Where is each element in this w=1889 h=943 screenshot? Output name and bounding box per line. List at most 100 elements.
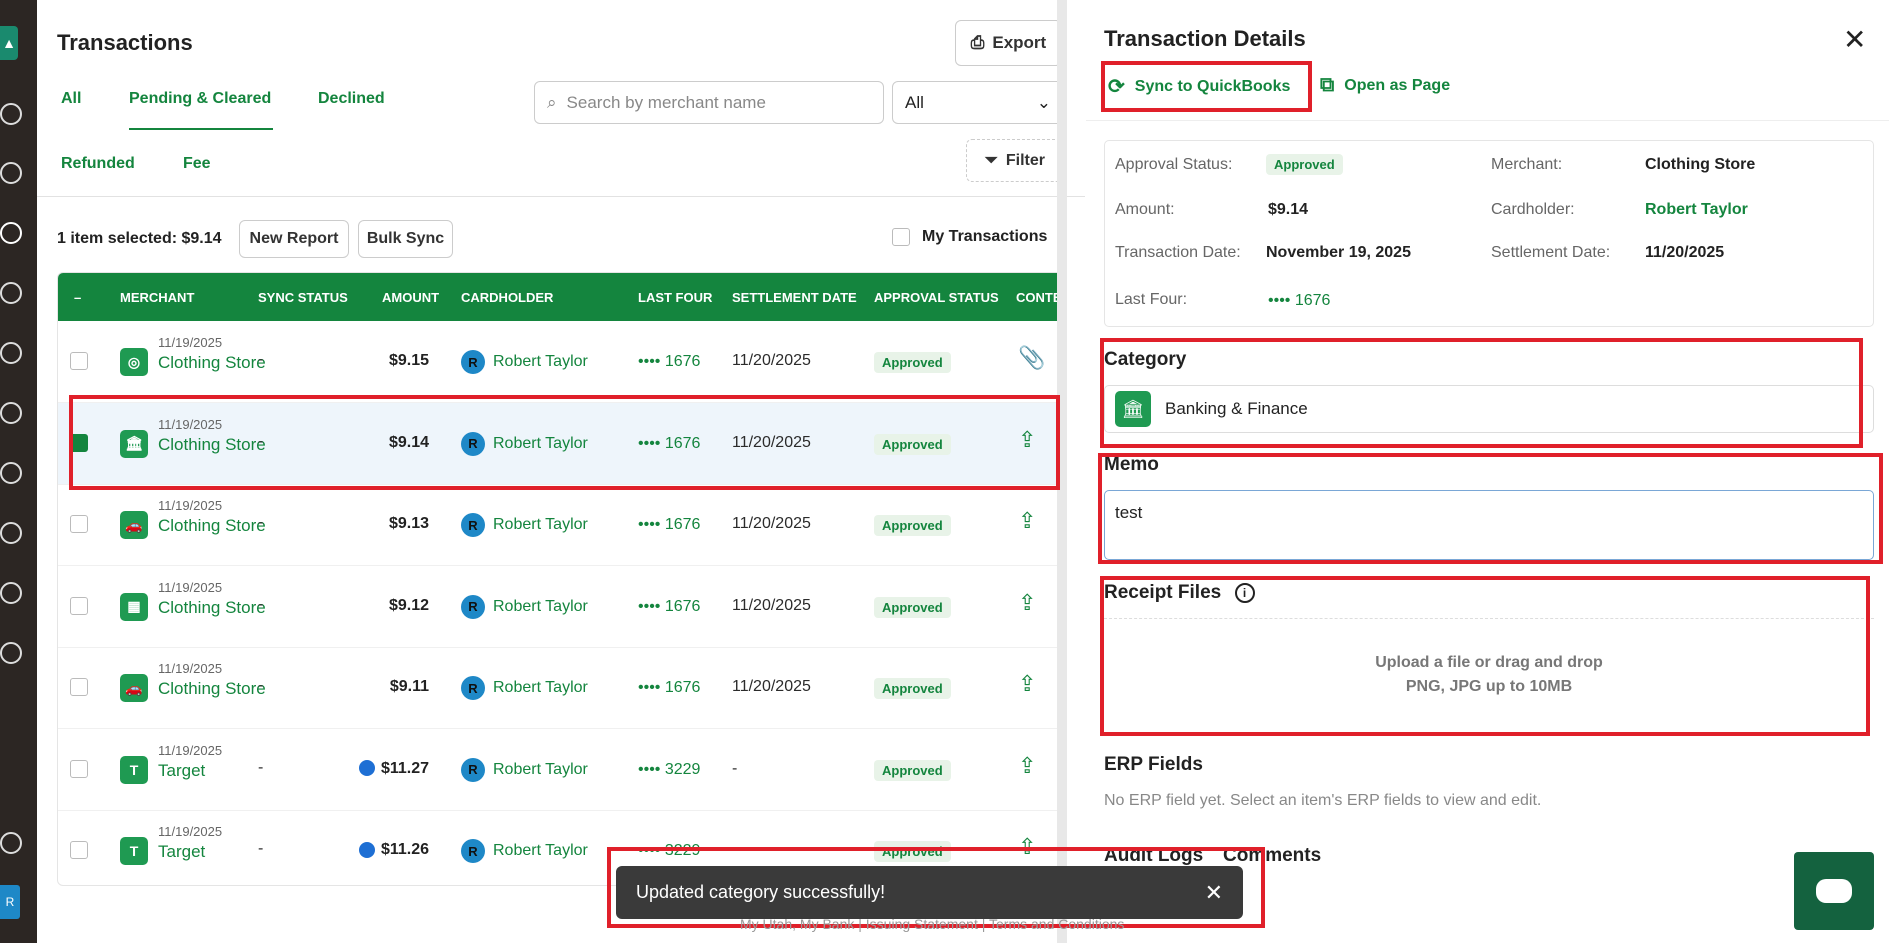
col-last-four[interactable]: LAST FOUR [638, 290, 712, 305]
cardholder-link[interactable]: R Robert Taylor [461, 676, 588, 700]
merchant-link[interactable]: Clothing Store [158, 435, 266, 455]
row-checkbox[interactable] [70, 841, 88, 864]
dollar-icon[interactable] [0, 282, 22, 304]
table-row[interactable]: ◎ 11/19/2025 Clothing Store - $9.15 R Rob… [58, 321, 1063, 403]
transactions-icon[interactable] [0, 222, 22, 244]
tab-all[interactable]: All [61, 90, 81, 108]
external-link-icon: ⧉ [1320, 74, 1335, 96]
home-icon[interactable] [0, 103, 22, 125]
row-checkbox[interactable] [70, 759, 88, 783]
users-icon[interactable] [0, 402, 22, 424]
help-icon[interactable] [0, 832, 22, 854]
scrollbar[interactable] [1057, 0, 1067, 943]
upload-icon[interactable]: ⇪ [1018, 753, 1036, 779]
tab-refunded[interactable]: Refunded [61, 155, 135, 173]
memo-field[interactable]: test [1104, 490, 1874, 560]
search-input[interactable]: ⌕ Search by merchant name [534, 81, 884, 124]
table-row[interactable]: 🚗 11/19/2025 Clothing Store - $9.11 R Rob… [58, 647, 1063, 729]
upload-icon[interactable]: ⇪ [1018, 671, 1036, 697]
last-four-link[interactable]: •••• 1676 [1268, 292, 1330, 310]
merchant-link[interactable]: Clothing Store [158, 598, 266, 618]
tab-pending-cleared[interactable]: Pending & Cleared [129, 90, 271, 108]
upload-icon[interactable]: ⇪ [1018, 590, 1036, 616]
cardholder-link[interactable]: R Robert Taylor [461, 594, 588, 619]
close-icon[interactable]: ✕ [1843, 26, 1866, 54]
open-as-page-link[interactable]: ⧉ Open as Page [1320, 74, 1450, 97]
tab-audit-logs[interactable]: Audit Logs [1104, 845, 1203, 867]
tab-declined[interactable]: Declined [318, 90, 385, 108]
col-sync-status[interactable]: SYNC STATUS [258, 290, 348, 305]
paperclip-icon[interactable]: 📎 [1018, 345, 1045, 371]
upload-icon[interactable]: ⇪ [1018, 427, 1036, 453]
upload-icon[interactable]: ⇪ [1018, 834, 1036, 860]
last-four: •••• 1676 [638, 434, 701, 452]
cardholder-link[interactable]: R Robert Taylor [461, 757, 588, 782]
close-icon[interactable]: ✕ [1205, 880, 1223, 906]
cardholder-link[interactable]: R Robert Taylor [461, 513, 588, 537]
new-report-button[interactable]: New Report [239, 220, 349, 258]
export-icon: ⎙ [970, 33, 985, 52]
cardholder-link[interactable]: R Robert Taylor [461, 350, 588, 374]
upload-icon[interactable]: ⇪ [1018, 508, 1036, 534]
filter-button[interactable]: ⏷ Filter [966, 139, 1064, 182]
col-cardholder[interactable]: CARDHOLDER [461, 290, 553, 305]
bank-logo-icon[interactable]: ▲ [0, 26, 18, 60]
document-icon[interactable] [0, 522, 22, 544]
avatar: R [461, 676, 485, 700]
row-checkbox[interactable] [70, 352, 88, 375]
cardholder-link[interactable]: R Robert Taylor [461, 431, 588, 456]
database-icon[interactable] [0, 582, 22, 604]
merchant-link[interactable]: Clothing Store [158, 353, 266, 373]
col-settlement-date[interactable]: SETTLEMENT DATE [732, 290, 857, 305]
transaction-date: 11/19/2025 [158, 579, 223, 595]
user-avatar[interactable]: R [0, 885, 20, 919]
chat-icon [1816, 879, 1852, 903]
col-approval-status[interactable]: APPROVAL STATUS [874, 290, 999, 305]
category-select[interactable]: 🏛 Banking & Finance [1104, 385, 1874, 433]
page-title: Transactions [57, 30, 193, 55]
col-merchant[interactable]: MERCHANT [120, 290, 194, 305]
merchant-link[interactable]: Target [158, 761, 205, 781]
chat-widget-button[interactable] [1794, 852, 1874, 930]
row-checkbox[interactable] [70, 596, 88, 620]
info-icon[interactable]: i [1234, 582, 1255, 603]
merchant-link[interactable]: Clothing Store [158, 516, 266, 536]
dashboard-icon[interactable] [0, 162, 22, 184]
card-icon[interactable] [0, 342, 22, 364]
search-icon: ⌕ [547, 92, 557, 112]
col-content[interactable]: CONTE [1016, 290, 1062, 305]
table-row[interactable]: 🚗 11/19/2025 Clothing Store - $9.13 R Rob… [58, 484, 1063, 566]
sync-quickbooks-button[interactable]: ⟳ Sync to QuickBooks [1108, 74, 1290, 99]
export-button[interactable]: ⎙ Export [955, 20, 1062, 66]
receipt-dropzone[interactable]: Upload a file or drag and drop PNG, JPG … [1104, 618, 1874, 730]
cardholder-link[interactable]: Robert Taylor [1645, 201, 1748, 219]
tab-comments[interactable]: Comments [1223, 845, 1321, 867]
settlement-date-value: 11/20/2025 [1645, 244, 1725, 261]
pending-clock-icon [358, 760, 375, 777]
merchant-link[interactable]: Target [158, 842, 205, 862]
col-amount[interactable]: AMOUNT [382, 290, 439, 305]
row-checkbox[interactable] [70, 515, 88, 538]
row-checkbox[interactable] [70, 433, 88, 457]
status-badge: Approved [874, 515, 951, 536]
row-checkbox[interactable] [70, 678, 88, 701]
sync-status: - [258, 595, 264, 613]
amount-value: $9.14 [1268, 201, 1309, 218]
status-select[interactable]: All ⌄ [892, 81, 1064, 124]
download-icon[interactable] [0, 642, 22, 664]
tab-fee[interactable]: Fee [183, 155, 211, 173]
table-row[interactable]: 🏛 11/19/2025 Clothing Store - $9.14 R Rob… [58, 402, 1063, 485]
transaction-date: 11/19/2025 [158, 742, 223, 758]
reports-icon[interactable] [0, 462, 22, 484]
table-row[interactable]: ▦ 11/19/2025 Clothing Store - $9.12 R Rob… [58, 566, 1063, 648]
amount: $11.26 [358, 841, 429, 859]
bulk-sync-button[interactable]: Bulk Sync [358, 220, 453, 258]
my-transactions-checkbox[interactable] [892, 228, 910, 246]
header-checkbox[interactable]: – [74, 290, 81, 305]
table-row[interactable]: T 11/19/2025 Target - $11.27 R Robert Tay… [58, 729, 1063, 811]
status-badge: Approved [874, 678, 951, 699]
cardholder-link[interactable]: R Robert Taylor [461, 839, 588, 863]
my-transactions-toggle[interactable]: My Transactions [892, 228, 1047, 246]
amount: $9.15 [388, 352, 429, 369]
merchant-link[interactable]: Clothing Store [158, 679, 266, 699]
